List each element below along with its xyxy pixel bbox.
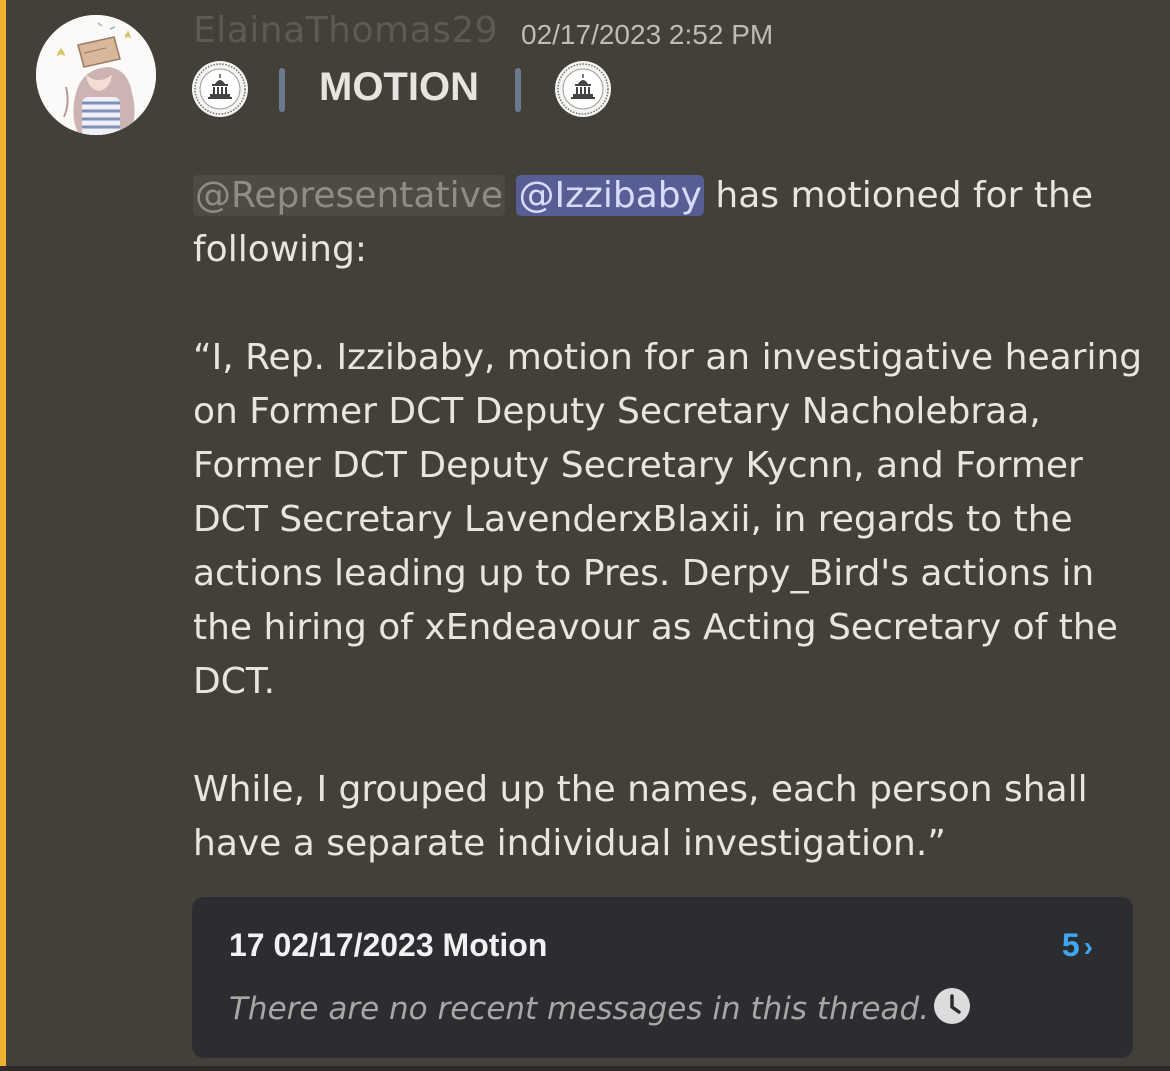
message-timestamp: 02/17/2023 2:52 PM (521, 19, 774, 50)
thread-preview-card[interactable]: 17 02/17/2023 Motion 5 › There are no rec… (192, 897, 1133, 1058)
header-divider (515, 68, 521, 112)
chevron-right-icon: › (1083, 931, 1093, 962)
motion-title: MOTION (319, 65, 479, 109)
motion-header: MOTION (190, 60, 650, 120)
thread-title[interactable]: 17 02/17/2023 Motion (229, 927, 547, 964)
avatar[interactable] (36, 15, 156, 135)
bottom-border (0, 1066, 1170, 1071)
header-divider (279, 68, 285, 112)
thread-empty-state: There are no recent messages in this thr… (229, 987, 971, 1027)
user-mention[interactable]: @Izzibaby (516, 175, 704, 216)
clock-icon (933, 987, 971, 1025)
thread-count-value: 5 (1061, 927, 1080, 963)
role-mention[interactable]: @Representative (193, 175, 506, 216)
mention-highlight-bar (0, 0, 6, 1071)
message-intro: @Representative @Izzibaby has motioned f… (193, 169, 1143, 277)
closing-text: While, I grouped up the names, each pers… (193, 769, 1088, 864)
avatar-illustration (36, 15, 156, 135)
thread-empty-text: There are no recent messages in this thr… (229, 991, 930, 1027)
capitol-seal-icon (191, 60, 249, 118)
quote-text: “I, Rep. Izzibaby, motion for an investi… (193, 337, 1143, 702)
author-username[interactable]: ElainaThomas29 (193, 10, 498, 51)
capitol-seal-icon (554, 60, 612, 118)
thread-message-count[interactable]: 5 › (1062, 927, 1093, 964)
message-view: ElainaThomas29 02/17/2023 2:52 PM MOTION… (0, 0, 1170, 1071)
message-body: @Representative @Izzibaby has motioned f… (193, 169, 1143, 871)
